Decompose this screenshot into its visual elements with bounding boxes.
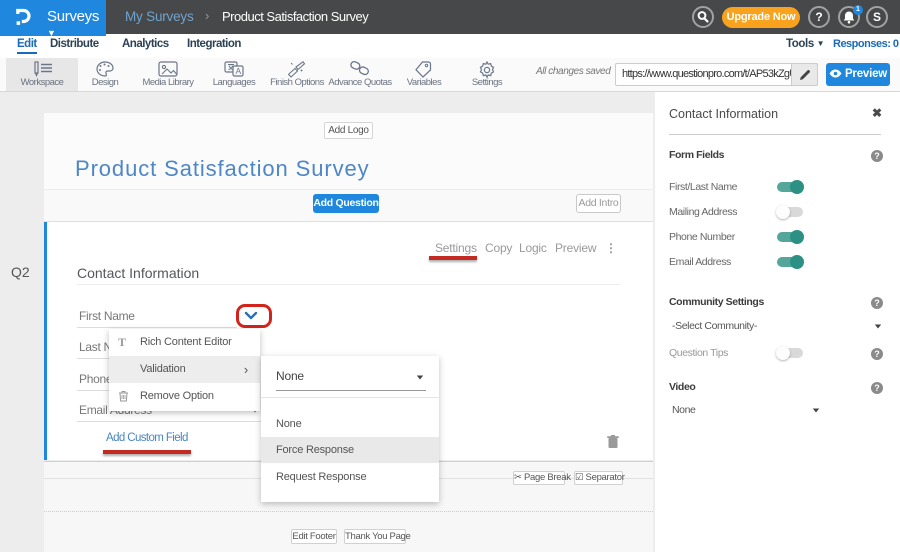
- svg-text:A: A: [236, 66, 242, 76]
